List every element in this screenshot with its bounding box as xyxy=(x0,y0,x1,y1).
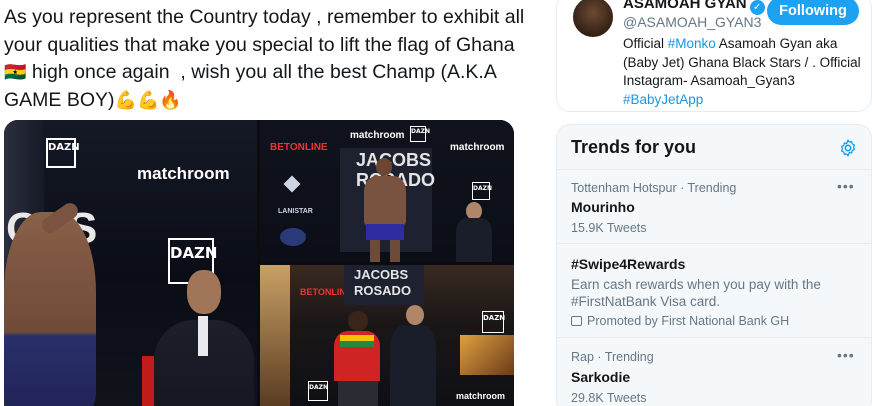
boxer-trunks xyxy=(366,224,404,240)
official-suit xyxy=(456,218,492,262)
trend-meta: Rap · Trending xyxy=(571,350,654,364)
announcer-shirt xyxy=(198,316,208,356)
dazn-logo: DAZN xyxy=(482,311,505,333)
person-pants xyxy=(338,381,378,406)
profile-card: ASAMOAH GYAN ✓ @ASAMOAH_GYAN3 Following O… xyxy=(556,0,872,112)
dazn-logo: DAZN xyxy=(308,381,328,401)
stage-red-accent xyxy=(142,356,154,406)
profile-handle[interactable]: @ASAMOAH_GYAN3 xyxy=(623,14,761,30)
trend-name: Sarkodie xyxy=(571,369,631,385)
tweet-media-grid: DAZN matchroom DAZN OBS DO GO BETONLINE … xyxy=(4,120,514,406)
betonline-logo: BETONLINE xyxy=(270,142,328,153)
dazn-logo: DAZN xyxy=(46,138,80,168)
trend-item[interactable]: Rap · Trending ••• Sarkodie 29.8K Tweets xyxy=(557,337,871,406)
trend-description: Earn cash rewards when you pay with the … xyxy=(571,277,821,309)
profile-bio: Official #Monko Asamoah Gyan aka (Baby J… xyxy=(623,36,861,107)
trends-panel: Trends for you Tottenham Hotspur · Trend… xyxy=(556,124,872,406)
trend-item[interactable]: Tottenham Hotspur · Trending ••• Mourinh… xyxy=(557,169,871,243)
following-button[interactable]: Following xyxy=(767,0,859,25)
announcer-suit xyxy=(390,325,436,406)
tweet-text-part1: As you represent the Country today , rem… xyxy=(4,6,530,56)
board-text: ROSADO xyxy=(354,283,412,298)
matchroom-logo: matchroom xyxy=(456,391,506,401)
hashtag-link[interactable]: #BabyJetApp xyxy=(623,92,703,107)
backdrop-poster xyxy=(460,335,514,375)
boxer-leg xyxy=(370,240,380,262)
announcer-head xyxy=(406,305,424,325)
board-text: JACOBS xyxy=(356,150,432,170)
settings-gear-icon[interactable] xyxy=(838,138,858,158)
media-photo-bottom-right[interactable]: BETONLINE JACOBS ROSADO DAZN DAZN matchr… xyxy=(260,265,514,406)
backdrop-poster xyxy=(260,265,290,406)
media-photo-left[interactable]: DAZN matchroom DAZN OBS DO GO xyxy=(4,120,257,406)
hashtag-link[interactable]: #Monko xyxy=(668,36,716,51)
tweet-end-emojis: 💪💪🔥 xyxy=(114,89,182,110)
boxer-leg xyxy=(390,240,400,262)
verified-icon: ✓ xyxy=(749,0,765,15)
trend-count: 15.9K Tweets xyxy=(571,221,647,235)
person-head xyxy=(348,311,368,331)
board-text: JACOBS xyxy=(354,267,409,282)
profile-name[interactable]: ASAMOAH GYAN ✓ xyxy=(623,0,765,15)
matchroom-logo: matchroom xyxy=(137,164,230,183)
sponsor-badge xyxy=(280,228,306,246)
trend-name: #Swipe4Rewards xyxy=(571,256,686,272)
promoted-label: Promoted by First National Bank GH xyxy=(571,314,789,328)
promoted-icon xyxy=(571,316,582,326)
boxer-torso xyxy=(364,176,406,226)
boxer-head xyxy=(376,158,392,176)
trend-meta: Tottenham Hotspur · Trending xyxy=(571,181,737,195)
ghana-flag-emoji: 🇬🇭 xyxy=(4,62,27,82)
star-icon xyxy=(283,175,301,193)
dazn-logo: DAZN xyxy=(472,182,492,200)
lanistar-logo: LANISTAR xyxy=(278,208,313,215)
media-photo-top-right[interactable]: BETONLINE matchroom matchroom DAZN DAZN … xyxy=(260,120,514,262)
avatar[interactable] xyxy=(571,0,615,39)
scarf-green xyxy=(340,341,374,347)
matchroom-logo: matchroom xyxy=(350,130,405,141)
more-options-icon[interactable]: ••• xyxy=(837,347,855,363)
fighter-figure xyxy=(4,212,96,406)
more-options-icon[interactable]: ••• xyxy=(837,178,855,194)
trends-title: Trends for you xyxy=(571,137,697,157)
trend-count: 29.8K Tweets xyxy=(571,391,647,405)
tweet-text-part2: high once again , wish you all the best … xyxy=(4,61,502,111)
trend-name: Mourinho xyxy=(571,199,635,215)
dazn-logo: DAZN xyxy=(410,126,430,142)
matchroom-logo: matchroom xyxy=(450,142,505,153)
trend-item-promoted[interactable]: #Swipe4Rewards Earn cash rewards when yo… xyxy=(557,243,871,337)
tweet-text: As you represent the Country today , rem… xyxy=(4,4,534,114)
announcer-head xyxy=(187,270,221,314)
